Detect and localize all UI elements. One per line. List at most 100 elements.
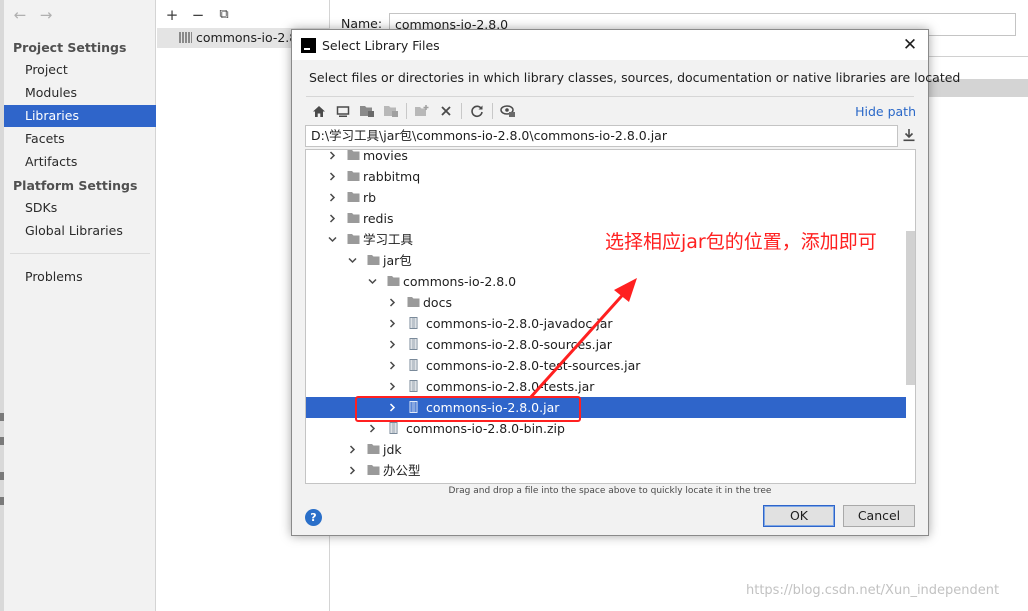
download-icon[interactable] [902, 127, 918, 145]
add-icon[interactable]: + [163, 6, 181, 24]
tree-row[interactable]: rb [306, 187, 906, 208]
chevron-right-icon[interactable] [388, 361, 397, 370]
watermark: https://blog.csdn.net/Xun_independent [746, 583, 1000, 598]
tree-row[interactable]: rabbitmq [306, 166, 906, 187]
tree-row-label: rabbitmq [363, 169, 421, 184]
tree-scrollbar[interactable] [906, 231, 915, 385]
tree-row[interactable]: docs [306, 292, 906, 313]
sidebar-item-global-libraries[interactable]: Global Libraries [4, 220, 156, 242]
chevron-right-icon[interactable] [348, 466, 357, 475]
tree-row[interactable]: commons-io-2.8.0-sources.jar [306, 334, 906, 355]
tree-row[interactable]: commons-io-2.8.0-tests.jar [306, 376, 906, 397]
ok-button[interactable]: OK [763, 505, 835, 527]
toolbar-separator [406, 103, 407, 119]
tree-row-label: jdk [383, 442, 402, 457]
folder-icon [347, 171, 360, 181]
chevron-right-icon[interactable] [368, 424, 377, 433]
jar-file-icon [409, 317, 418, 329]
folder-icon [407, 297, 420, 307]
jar-file-icon [409, 380, 418, 392]
chevron-right-icon[interactable] [388, 340, 397, 349]
folder-icon [347, 213, 360, 223]
sidebar-item-libraries[interactable]: Libraries [4, 105, 156, 127]
home-icon[interactable] [307, 100, 331, 122]
refresh-icon[interactable] [465, 100, 489, 122]
sidebar-item-project[interactable]: Project [4, 59, 156, 81]
help-button[interactable]: ? [305, 509, 322, 526]
dialog-description: Select files or directories in which lib… [309, 70, 961, 85]
chevron-right-icon[interactable] [388, 319, 397, 328]
desktop-icon[interactable] [331, 100, 355, 122]
annotation-highlight-box [355, 396, 581, 422]
jar-file-icon [409, 359, 418, 371]
intellij-app-icon [301, 38, 316, 53]
dialog-titlebar: Select Library Files ✕ [292, 30, 928, 60]
cancel-button[interactable]: Cancel [843, 505, 915, 527]
hide-path-link[interactable]: Hide path [855, 104, 916, 119]
forward-arrow-icon[interactable]: → [38, 7, 54, 23]
chevron-right-icon[interactable] [388, 298, 397, 307]
detail-divider [921, 56, 1028, 57]
chevron-right-icon[interactable] [328, 151, 337, 160]
chevron-right-icon[interactable] [388, 382, 397, 391]
folder-icon [347, 150, 360, 160]
description-divider [306, 96, 914, 97]
project-folder-icon[interactable] [355, 100, 379, 122]
sidebar-item-artifacts[interactable]: Artifacts [4, 151, 156, 173]
tree-row-label: commons-io-2.8.0-test-sources.jar [426, 358, 641, 373]
tree-row[interactable]: commons-io-2.8.0-test-sources.jar [306, 355, 906, 376]
tree-row[interactable]: 办公型 [306, 460, 906, 481]
tree-row-label: jar包 [383, 253, 412, 268]
folder-icon [367, 255, 380, 265]
tree-row[interactable]: commons-io-2.8.0-javadoc.jar [306, 313, 906, 334]
tree-row-label: commons-io-2.8.0-tests.jar [426, 379, 595, 394]
nav-arrows: ← → [12, 7, 54, 23]
jar-file-icon [389, 422, 398, 434]
module-folder-icon[interactable] [379, 100, 403, 122]
tree-row[interactable]: movies [306, 149, 906, 166]
sidebar-item-modules[interactable]: Modules [4, 82, 156, 104]
chevron-right-icon[interactable] [328, 214, 337, 223]
annotation-text: 选择相应jar包的位置，添加即可 [605, 231, 877, 253]
close-icon[interactable]: ✕ [900, 35, 920, 55]
tree-row-label: movies [363, 149, 408, 163]
jar-file-icon [409, 338, 418, 350]
sidebar-item-sdks[interactable]: SDKs [4, 197, 156, 219]
file-chooser-toolbar [307, 100, 520, 122]
folder-icon [347, 234, 360, 244]
toolbar-separator [461, 103, 462, 119]
folder-icon [347, 192, 360, 202]
project-structure-sidebar: ← → Project Settings Project Modules Lib… [4, 0, 156, 611]
remove-icon[interactable]: − [189, 6, 207, 24]
chevron-right-icon[interactable] [328, 193, 337, 202]
library-toolbar: + − ⧉ [163, 6, 233, 24]
copy-icon[interactable]: ⧉ [215, 6, 233, 24]
delete-icon[interactable] [434, 100, 458, 122]
chevron-right-icon[interactable] [348, 445, 357, 454]
dialog-title: Select Library Files [322, 38, 440, 53]
tree-row-label: redis [363, 211, 394, 226]
tree-row[interactable]: redis [306, 208, 906, 229]
new-folder-icon[interactable] [410, 100, 434, 122]
path-input[interactable]: D:\学习工具\jar包\commons-io-2.8.0\commons-io… [305, 125, 898, 147]
library-icon [179, 32, 192, 43]
chevron-down-icon[interactable] [348, 256, 357, 265]
folder-icon [367, 465, 380, 475]
show-hidden-icon[interactable] [496, 100, 520, 122]
tree-row[interactable]: jdk [306, 439, 906, 460]
toolbar-separator [492, 103, 493, 119]
tree-row-label: 学习工具 [363, 232, 414, 247]
chevron-down-icon[interactable] [368, 277, 377, 286]
tree-row[interactable]: commons-io-2.8.0 [306, 271, 906, 292]
library-list-label: commons-io-2.8 [196, 30, 298, 45]
drag-drop-hint: Drag and drop a file into the space abov… [448, 486, 772, 496]
sidebar-item-facets[interactable]: Facets [4, 128, 156, 150]
chevron-right-icon[interactable] [328, 172, 337, 181]
tree-row-label: commons-io-2.8.0 [403, 274, 517, 289]
chevron-down-icon[interactable] [328, 235, 337, 244]
file-tree[interactable]: movies rabbitmq rb redis 学习工具 jar包 commons-io-… [305, 149, 916, 484]
sidebar-item-problems[interactable]: Problems [4, 266, 156, 288]
select-library-files-dialog: Select Library Files ✕ Select files or d… [291, 29, 960, 536]
back-arrow-icon[interactable]: ← [12, 7, 28, 23]
tree-row-label: rb [363, 190, 377, 205]
